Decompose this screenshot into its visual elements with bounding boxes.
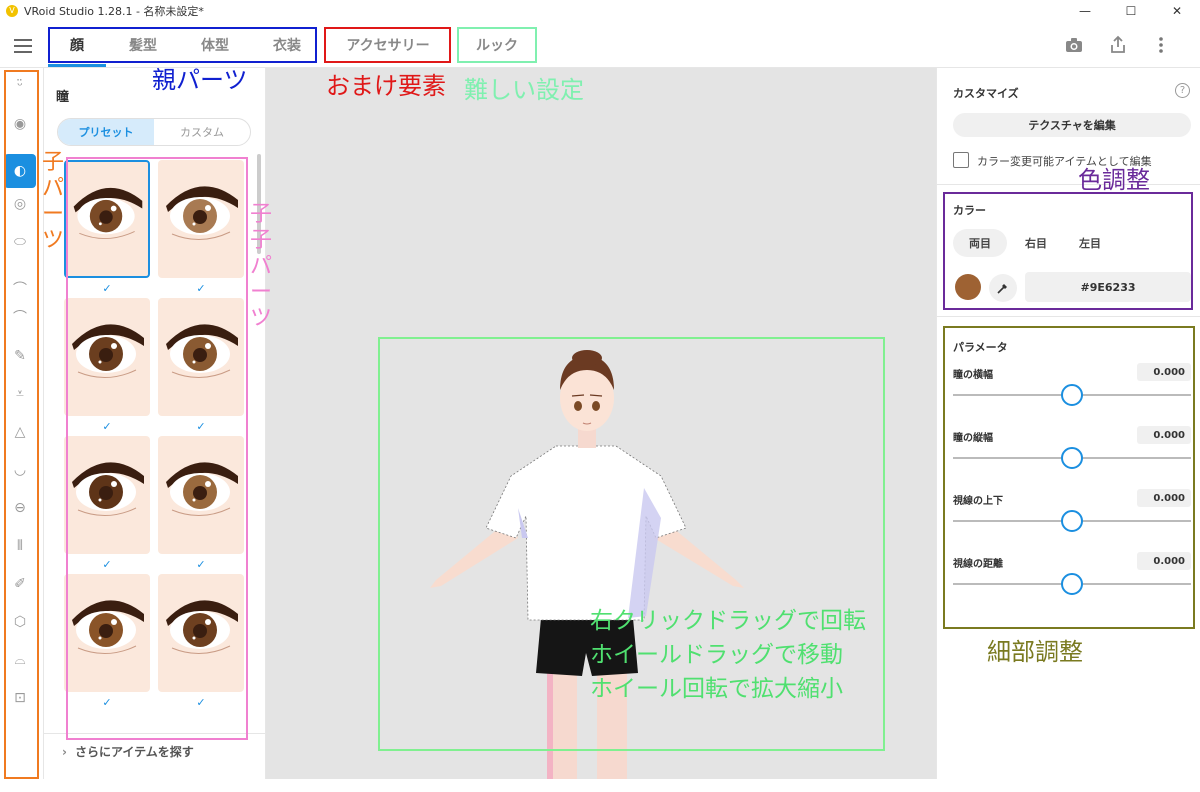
maximize-button[interactable]: ☐ bbox=[1108, 0, 1154, 22]
grandchild-parts-box bbox=[66, 157, 248, 740]
hard-settings-annotation: 難しい設定 bbox=[464, 76, 584, 104]
extras-box bbox=[324, 27, 451, 63]
child-parts-box bbox=[4, 70, 39, 779]
divider bbox=[937, 316, 1200, 317]
child-parts-annotation: 子パーツ bbox=[41, 150, 64, 253]
edit-texture-button[interactable]: テクスチャを編集 bbox=[953, 113, 1191, 137]
preset-tab[interactable]: プリセット bbox=[58, 119, 154, 145]
color-editable-checkbox[interactable] bbox=[953, 152, 969, 168]
custom-tab[interactable]: カスタム bbox=[154, 119, 250, 145]
app-logo-icon: V bbox=[6, 5, 18, 17]
camera-icon[interactable] bbox=[1064, 35, 1084, 55]
panel-title: 瞳 bbox=[56, 90, 70, 105]
active-tab-indicator bbox=[48, 64, 106, 67]
help-icon[interactable]: ? bbox=[1175, 83, 1190, 98]
menu-icon[interactable] bbox=[12, 35, 34, 55]
fine-adjust-annotation: 細部調整 bbox=[987, 638, 1083, 666]
hint-zoom: ホイール回転で拡大縮小 bbox=[590, 676, 843, 702]
customize-title: カスタマイズ bbox=[953, 87, 1019, 100]
grandchild-parts-annotation: 子子パーツ bbox=[249, 202, 272, 331]
parent-parts-annotation: 親パーツ bbox=[152, 66, 248, 94]
chevron-right-icon: › bbox=[62, 744, 67, 759]
color-adjust-box bbox=[943, 192, 1193, 310]
preset-custom-toggle: プリセット カスタム bbox=[57, 118, 251, 146]
color-adjust-annotation: 色調整 bbox=[1078, 166, 1150, 194]
parent-parts-box bbox=[48, 27, 317, 63]
viewport-hints: 右クリックドラッグで回転 ホイールドラッグで移動 ホイール回転で拡大縮小 bbox=[590, 604, 866, 706]
share-icon[interactable] bbox=[1108, 35, 1128, 55]
find-more-label: さらにアイテムを探す bbox=[74, 745, 194, 759]
hard-settings-box bbox=[457, 27, 537, 63]
minimize-button[interactable]: — bbox=[1062, 0, 1108, 22]
hint-move: ホイールドラッグで移動 bbox=[590, 642, 843, 668]
window-title: VRoid Studio 1.28.1 - 名称未設定* bbox=[24, 5, 204, 18]
hint-rotate: 右クリックドラッグで回転 bbox=[590, 608, 866, 634]
more-vertical-icon[interactable] bbox=[1151, 35, 1171, 55]
title-bar: V VRoid Studio 1.28.1 - 名称未設定* — ☐ ✕ bbox=[0, 0, 1200, 22]
extras-annotation: おまけ要素 bbox=[326, 72, 446, 100]
fine-adjust-box bbox=[943, 326, 1195, 629]
divider bbox=[937, 184, 1200, 185]
close-button[interactable]: ✕ bbox=[1154, 0, 1200, 22]
